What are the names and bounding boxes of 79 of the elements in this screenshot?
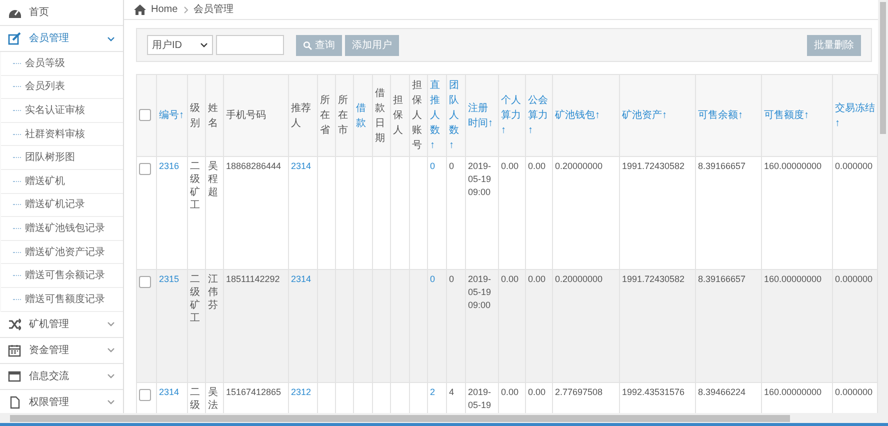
table-link[interactable]: 2314: [288, 156, 318, 270]
scrollbar-thumb[interactable]: [10, 414, 790, 422]
column-header[interactable]: 可售余额↑: [696, 74, 762, 156]
table-link[interactable]: 0: [428, 270, 446, 382]
table-cell: 0.00: [498, 156, 526, 270]
window-icon: [8, 370, 21, 383]
column-header[interactable]: 直推人数↑: [428, 74, 446, 156]
column-header: 手机号码: [224, 74, 288, 156]
column-header[interactable]: 交易冻结↑: [832, 74, 878, 156]
search-icon: [303, 40, 312, 50]
table-cell: 18511142292: [224, 270, 288, 382]
batch-delete-button[interactable]: 批量删除: [807, 34, 861, 56]
table-cell: 8.39166657: [696, 270, 762, 382]
column-header[interactable]: 编号↑: [156, 74, 188, 156]
table-cell: 0.20000000: [552, 270, 620, 382]
table-cell: 0.000000: [832, 270, 878, 382]
column-header[interactable]: 注册时间↑: [466, 74, 498, 156]
table-cell: 0.00: [498, 270, 526, 382]
table-cell: 1991.72430582: [620, 270, 696, 382]
sidebar-item[interactable]: 权限管理: [0, 390, 123, 413]
shuffle-icon: [8, 318, 21, 331]
chevron-down-icon: [107, 346, 115, 354]
chevron-right-icon: [182, 6, 189, 14]
column-header: 所在市: [336, 74, 354, 156]
column-header[interactable]: 矿池钱包↑: [552, 74, 620, 156]
column-header[interactable]: 团队人数↑: [446, 74, 466, 156]
table-link[interactable]: 2316: [156, 156, 188, 270]
calendar-icon: [8, 344, 21, 357]
sidebar-item[interactable]: 信息交流: [0, 364, 123, 390]
column-header: 借款日期: [372, 74, 390, 156]
chevron-down-icon: [107, 34, 115, 42]
column-header[interactable]: 矿池资产↑: [620, 74, 696, 156]
select-all-checkbox[interactable]: [139, 108, 151, 120]
user-id-select[interactable]: 用户ID: [147, 35, 213, 55]
table-cell: 0.00: [526, 156, 552, 270]
table-link[interactable]: 2314: [288, 270, 318, 382]
chevron-down-icon: [200, 41, 208, 49]
home-icon: [134, 4, 146, 15]
column-header: 担保人账号: [410, 74, 428, 156]
sidebar-item[interactable]: 会员管理: [0, 26, 123, 52]
table-cell: 0: [446, 156, 466, 270]
table-cell: 吴程超: [206, 156, 224, 270]
table-cell: 160.00000000: [762, 270, 832, 382]
table-link[interactable]: 2315: [156, 270, 188, 382]
column-header: 级别: [188, 74, 206, 156]
sidebar-item[interactable]: 首页: [0, 0, 123, 26]
table-cell: 江伟芬: [206, 270, 224, 382]
column-header[interactable]: 公会算力↑: [526, 74, 552, 156]
column-header[interactable]: 个人算力↑: [498, 74, 526, 156]
column-header: 姓名: [206, 74, 224, 156]
row-checkbox[interactable]: [139, 389, 151, 401]
row-checkbox[interactable]: [139, 276, 151, 288]
edit-icon: [8, 32, 21, 45]
chevron-down-icon: [107, 398, 115, 406]
file-icon: [8, 396, 21, 409]
horizontal-scrollbar[interactable]: [0, 413, 888, 423]
chevron-down-icon: [107, 320, 115, 328]
query-button[interactable]: 查询: [296, 34, 342, 56]
table-link[interactable]: 0: [428, 156, 446, 270]
search-field[interactable]: [216, 35, 284, 55]
column-header: 所在省: [318, 74, 336, 156]
chevron-down-icon: [107, 372, 115, 380]
breadcrumb-link[interactable]: Home: [151, 2, 178, 17]
column-header: 担保人: [390, 74, 410, 156]
vertical-scrollbar[interactable]: [878, 0, 888, 413]
column-header[interactable]: 借款: [354, 74, 372, 156]
sidebar-item[interactable]: 矿机管理: [0, 312, 123, 338]
column-header[interactable]: 可售额度↑: [762, 74, 832, 156]
column-header: 推荐人: [288, 74, 318, 156]
table-cell: 0: [446, 270, 466, 382]
sidebar-item[interactable]: 资金管理: [0, 338, 123, 364]
breadcrumb-current: 会员管理: [194, 3, 234, 17]
table-cell: 二级矿工: [188, 270, 206, 382]
add-user-button[interactable]: 添加用户: [345, 34, 399, 56]
row-checkbox[interactable]: [139, 163, 151, 175]
scrollbar-thumb[interactable]: [880, 2, 886, 134]
table-cell: 二级矿工: [188, 156, 206, 270]
table-cell: 0.00: [526, 270, 552, 382]
table-cell: 2019-05-19 09:00: [466, 270, 498, 382]
